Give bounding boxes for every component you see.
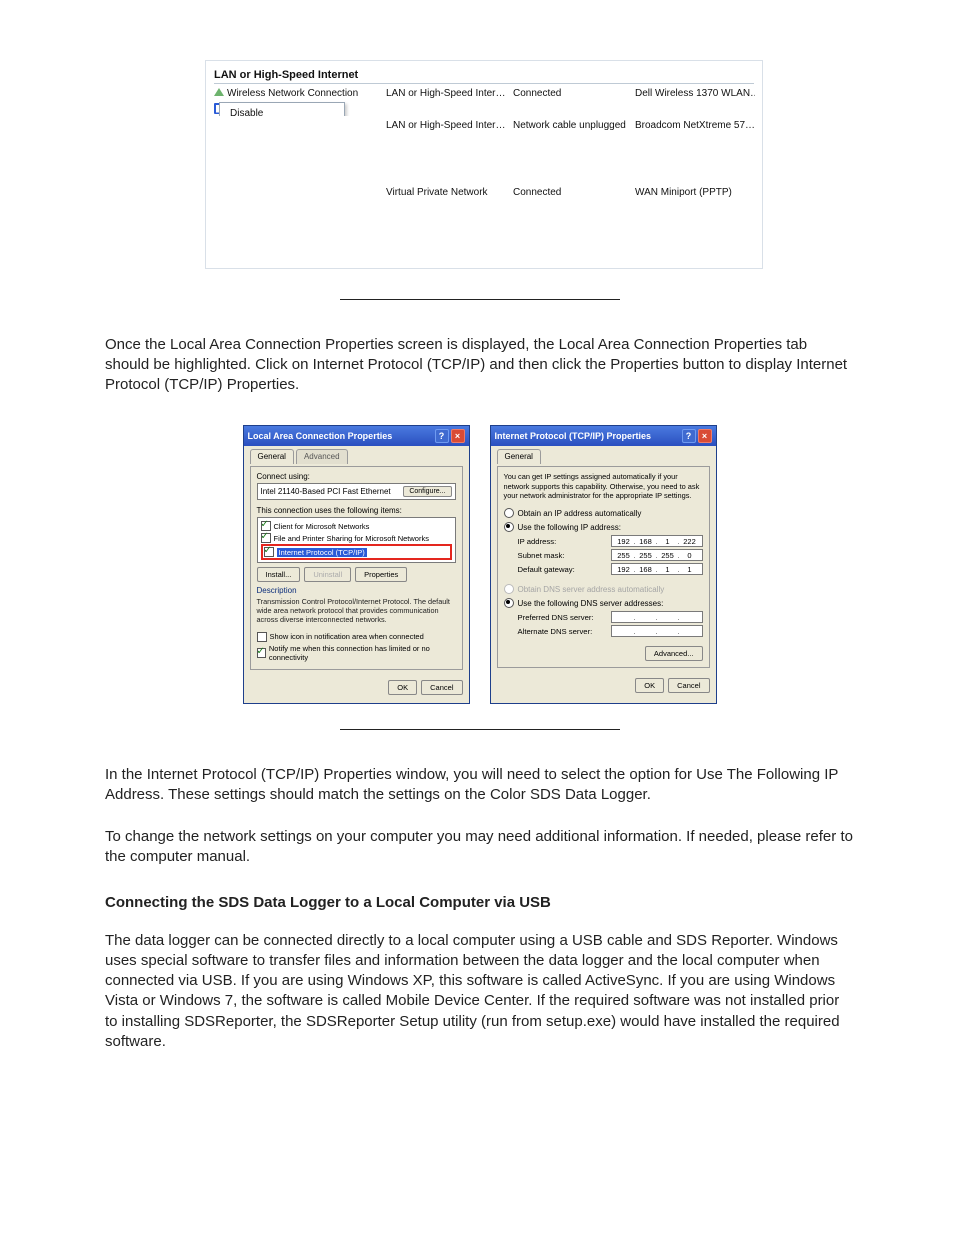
radio-manual-dns[interactable]: Use the following DNS server addresses: xyxy=(504,596,703,610)
list-item[interactable]: Internet Protocol (TCP/IP) xyxy=(264,546,449,558)
conn-status: Network cable unplugged xyxy=(513,120,633,131)
section-heading: Connecting the SDS Data Logger to a Loca… xyxy=(105,894,854,911)
rule xyxy=(340,729,620,730)
pref-dns-field[interactable]: ... xyxy=(611,611,703,623)
uninstall-button: Uninstall xyxy=(304,567,351,582)
net-heading: LAN or High-Speed Internet xyxy=(214,67,754,84)
description-text: Transmission Control Protocol/Internet P… xyxy=(257,597,456,624)
help-icon[interactable]: ? xyxy=(682,429,696,443)
tab-general[interactable]: General xyxy=(250,449,294,464)
help-icon[interactable]: ? xyxy=(435,429,449,443)
checkbox[interactable] xyxy=(261,533,271,543)
subnet-field[interactable]: 255. 255. 255. 0 xyxy=(611,549,703,561)
close-icon[interactable]: × xyxy=(451,429,465,443)
radio-auto-dns: Obtain DNS server address automatically xyxy=(504,582,703,596)
conn-device: WAN Miniport (PPTP) xyxy=(635,187,755,198)
gateway-label: Default gateway: xyxy=(518,565,575,574)
cancel-button[interactable]: Cancel xyxy=(668,678,709,693)
paragraph: Once the Local Area Connection Propertie… xyxy=(105,335,854,396)
connection-wireless[interactable]: Wireless Network Connection xyxy=(214,88,384,99)
radio-auto-ip[interactable]: Obtain an IP address automatically xyxy=(504,506,703,520)
ok-button[interactable]: OK xyxy=(635,678,664,693)
cancel-button[interactable]: Cancel xyxy=(421,680,462,695)
description-label: Description xyxy=(257,586,456,595)
tab-general[interactable]: General xyxy=(497,449,541,464)
rule xyxy=(340,299,620,300)
opt-notify[interactable]: Notify me when this connection has limit… xyxy=(257,643,456,663)
conn-type: LAN or High-Speed Inter… xyxy=(386,88,511,99)
conn-device: Broadcom NetXtreme 57… xyxy=(635,120,755,131)
alt-dns-field[interactable]: ... xyxy=(611,625,703,637)
checkbox[interactable] xyxy=(264,547,274,557)
connect-using-label: Connect using: xyxy=(257,472,456,481)
install-button[interactable]: Install... xyxy=(257,567,301,582)
ip-label: IP address: xyxy=(518,537,557,546)
items-label: This connection uses the following items… xyxy=(257,506,456,515)
tab-advanced[interactable]: Advanced xyxy=(296,449,348,464)
configure-button[interactable]: Configure... xyxy=(403,486,451,497)
info-text: You can get IP settings assigned automat… xyxy=(504,472,703,500)
pref-dns-label: Preferred DNS server: xyxy=(518,613,594,622)
highlight-box: Internet Protocol (TCP/IP) xyxy=(261,544,452,560)
alt-dns-label: Alternate DNS server: xyxy=(518,627,593,636)
checkbox[interactable] xyxy=(257,632,267,642)
ok-button[interactable]: OK xyxy=(388,680,417,695)
ctx-disable[interactable]: Disable xyxy=(222,105,342,116)
conn-status: Connected xyxy=(513,187,633,198)
ip-address-field[interactable]: 192. 168. 1. 222 xyxy=(611,535,703,547)
network-connections-pane: LAN or High-Speed Internet Wireless Netw… xyxy=(205,60,763,269)
conn-type: Virtual Private Network xyxy=(386,187,511,198)
conn-type: LAN or High-Speed Inter… xyxy=(386,120,511,131)
adapter-field: Intel 21140-Based PCI Fast Ethernet Conf… xyxy=(257,483,456,500)
dlg-title: Internet Protocol (TCP/IP) Properties xyxy=(495,431,652,441)
dlg-tcpip: Internet Protocol (TCP/IP) Properties ? … xyxy=(490,425,717,703)
context-menu: Disable Status Repair Bridge Connections… xyxy=(219,102,345,116)
properties-button[interactable]: Properties xyxy=(355,567,407,582)
dlg-title: Local Area Connection Properties xyxy=(248,431,393,441)
radio-manual-ip[interactable]: Use the following IP address: xyxy=(504,520,703,534)
gateway-field[interactable]: 192. 168. 1. 1 xyxy=(611,563,703,575)
opt-show-icon[interactable]: Show icon in notification area when conn… xyxy=(257,631,456,643)
checkbox[interactable] xyxy=(257,648,266,658)
close-icon[interactable]: × xyxy=(698,429,712,443)
conn-device: Dell Wireless 1370 WLAN… xyxy=(635,88,755,99)
dlg-lacp: Local Area Connection Properties ? × Gen… xyxy=(243,425,470,703)
list-item[interactable]: File and Printer Sharing for Microsoft N… xyxy=(261,532,452,544)
paragraph: The data logger can be connected directl… xyxy=(105,931,854,1053)
subnet-label: Subnet mask: xyxy=(518,551,565,560)
wireless-icon xyxy=(214,88,224,96)
paragraph: To change the network settings on your c… xyxy=(105,827,854,868)
paragraph: In the Internet Protocol (TCP/IP) Proper… xyxy=(105,765,854,806)
list-item[interactable]: Client for Microsoft Networks xyxy=(261,520,452,532)
conn-status: Connected xyxy=(513,88,633,99)
advanced-button[interactable]: Advanced... xyxy=(645,646,703,661)
checkbox[interactable] xyxy=(261,521,271,531)
